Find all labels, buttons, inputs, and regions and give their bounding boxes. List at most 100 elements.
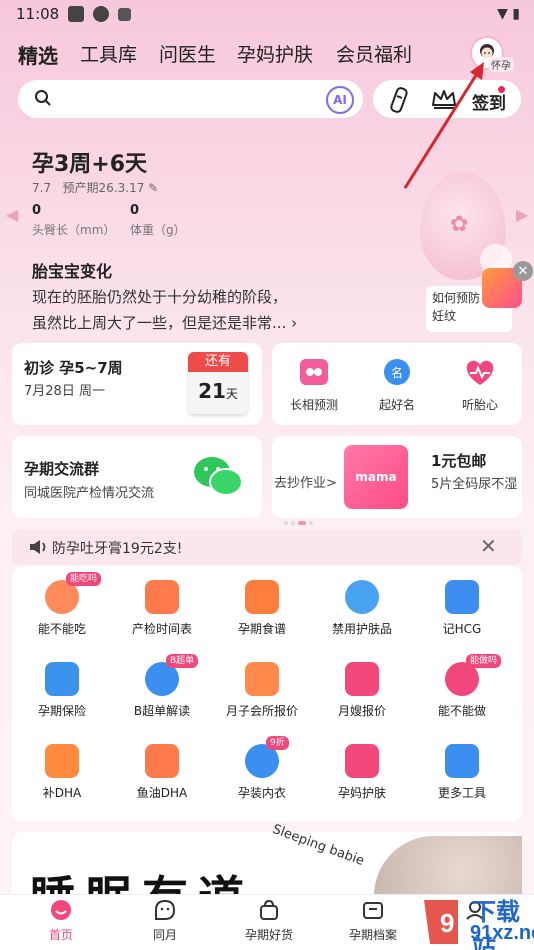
tool-tag: 能吃吗 xyxy=(66,572,102,586)
checkup-date: 7月28日 周一 xyxy=(24,384,105,399)
tool-label: 能不能吃 xyxy=(37,622,86,636)
baby-change-line-2: 虽然比上周大了一些，但是还是非常... › xyxy=(32,314,298,332)
nav-archive[interactable]: 孕期档案 xyxy=(328,898,418,943)
heartbeat-label[interactable]: 听胎心 xyxy=(445,396,515,413)
tool-label: 孕装内衣 xyxy=(237,786,286,800)
skincare-face-icon xyxy=(345,744,379,778)
nav-same-month-label: 同月 xyxy=(152,928,177,942)
flower-icon: ✿ xyxy=(450,212,469,237)
tool-label: 月嫂报价 xyxy=(337,704,386,718)
dha-capsule-icon xyxy=(45,744,79,778)
nav-same-month[interactable]: 同月 xyxy=(120,898,210,943)
svg-text:9: 9 xyxy=(440,908,454,938)
crown-icon[interactable] xyxy=(430,87,458,111)
tool-calendar-check[interactable]: 产检时间表 xyxy=(112,580,212,637)
tool-house[interactable]: 月子会所报价 xyxy=(212,662,312,719)
promo-title: 1元包邮 xyxy=(431,452,487,470)
tool-bra[interactable]: 9折孕装内衣 xyxy=(212,736,312,801)
tab-skincare[interactable]: 孕妈护肤 xyxy=(237,40,313,67)
tab-ask-doctor[interactable]: 问医生 xyxy=(159,40,216,67)
tool-activity[interactable]: 能做吗能不能做 xyxy=(412,654,512,719)
notification-dot xyxy=(498,86,505,93)
close-promo-button[interactable]: ✕ xyxy=(513,261,533,281)
tab-member[interactable]: 会员福利 xyxy=(336,40,412,67)
tool-hcg-shield[interactable]: 记HCG xyxy=(412,580,512,637)
search-input[interactable] xyxy=(18,80,363,118)
ai-assistant-button[interactable]: AI xyxy=(326,86,354,114)
tool-food[interactable]: 能吃吗能不能吃 xyxy=(12,572,112,637)
days-count: 21 xyxy=(198,379,226,403)
weight-label: 体重（g） xyxy=(130,223,186,237)
tool-more-tools[interactable]: 更多工具 xyxy=(412,744,512,801)
days-unit: 天 xyxy=(225,387,238,401)
tool-nanny[interactable]: 月嫂报价 xyxy=(312,662,412,719)
nav-goods[interactable]: 孕期好货 xyxy=(224,898,314,943)
tip-line-2: 妊纹 xyxy=(432,309,457,323)
tool-label: 能不能做 xyxy=(437,704,486,718)
current-date: 7.7 xyxy=(32,181,52,195)
face-predict-icon[interactable] xyxy=(294,357,334,389)
weight-value: 0 xyxy=(130,203,140,218)
tool-label: 禁用护肤品 xyxy=(331,622,392,636)
app-notification-icon xyxy=(68,6,84,22)
notice-close-button[interactable]: ✕ xyxy=(480,534,497,558)
diaper-package-image: mama xyxy=(344,445,408,509)
tool-tag: 能做吗 xyxy=(466,654,502,668)
home-icon xyxy=(16,898,106,922)
speaker-icon xyxy=(30,540,46,554)
naming-label[interactable]: 起好名 xyxy=(362,396,432,413)
watermark-url: 91xz.net xyxy=(470,922,534,944)
tool-insurance[interactable]: 孕期保险 xyxy=(12,662,112,719)
tools-grid: 能吃吗 能不能吃 产检时间表 孕期食谱 禁用护肤品 记HCG 孕期保险 B超单 B超单解读 月子会… xyxy=(12,566,522,822)
scan-device-icon[interactable] xyxy=(388,86,410,114)
due-date: 预产期26.3.17 xyxy=(62,181,145,195)
group-chat-title: 孕期交流群 xyxy=(24,460,100,478)
calendar-days: 21天 xyxy=(188,372,248,413)
sync-icon xyxy=(93,6,109,22)
face-predict-label[interactable]: 长相预测 xyxy=(279,396,349,413)
nav-goods-label: 孕期好货 xyxy=(244,928,293,942)
heartbeat-icon[interactable] xyxy=(460,357,500,389)
insurance-icon xyxy=(45,662,79,696)
house-icon xyxy=(245,662,279,696)
tool-label: 记HCG xyxy=(442,622,482,636)
baby-change-text[interactable]: 现在的胚胎仍然处于十分幼稚的阶段， 虽然比上周大了一些，但是还是非常... › xyxy=(32,284,312,336)
tool-dha-capsule[interactable]: 补DHA xyxy=(12,744,112,801)
due-date-row[interactable]: 7.7 预产期26.3.17 ✎ xyxy=(32,179,158,196)
tool-tag: B超单 xyxy=(166,654,199,668)
baby-change-title: 胎宝宝变化 xyxy=(32,262,113,281)
chat-face-icon xyxy=(120,898,210,922)
tab-featured[interactable]: 精选 xyxy=(18,40,58,69)
tool-skincare-face[interactable]: 孕妈护肤 xyxy=(312,744,412,801)
tool-ultrasound-report[interactable]: B超单 B超单解读 xyxy=(112,654,212,719)
next-week-arrow[interactable]: ▶ xyxy=(516,205,528,224)
tool-label: 孕期保险 xyxy=(37,704,86,718)
tool-label: 孕妈护肤 xyxy=(337,786,386,800)
tab-tools[interactable]: 工具库 xyxy=(80,40,137,67)
nanny-icon xyxy=(345,662,379,696)
notice-text: 防孕吐牙膏19元2支! xyxy=(52,541,183,557)
tool-fish[interactable]: 鱼油DHA xyxy=(112,744,212,801)
countdown-calendar: 还有 21天 xyxy=(188,352,248,414)
baby-change-line-1: 现在的胚胎仍然处于十分幼稚的阶段， xyxy=(32,288,288,306)
naming-icon[interactable]: 名 xyxy=(377,357,417,389)
checkup-title: 初诊 孕5~7周 xyxy=(24,359,123,377)
nav-archive-label: 孕期档案 xyxy=(348,928,397,942)
tool-label: 鱼油DHA xyxy=(136,786,188,800)
shopping-bag-icon xyxy=(224,898,314,922)
nav-home[interactable]: 首页 xyxy=(16,898,106,943)
search-icon xyxy=(35,90,51,106)
crown-rump-label: 头臀长（mm） xyxy=(32,223,116,237)
tool-dish-cover[interactable]: 孕期食谱 xyxy=(212,580,312,637)
crown-rump-value: 0 xyxy=(32,203,42,218)
hcg-shield-icon xyxy=(445,580,479,614)
pregnancy-status-label[interactable]: 怀孕 xyxy=(488,57,514,72)
tool-lotion-bottle[interactable]: 禁用护肤品 xyxy=(312,580,412,637)
homework-link[interactable]: 去抄作业> xyxy=(274,472,337,491)
group-chat-subtitle: 同城医院产检情况交流 xyxy=(24,486,155,501)
svg-text:名: 名 xyxy=(391,365,403,380)
edit-icon[interactable]: ✎ xyxy=(148,181,158,195)
prev-week-arrow[interactable]: ◀ xyxy=(6,205,18,224)
tool-tag: 9折 xyxy=(266,736,289,750)
tool-label: 月子会所报价 xyxy=(225,704,298,718)
